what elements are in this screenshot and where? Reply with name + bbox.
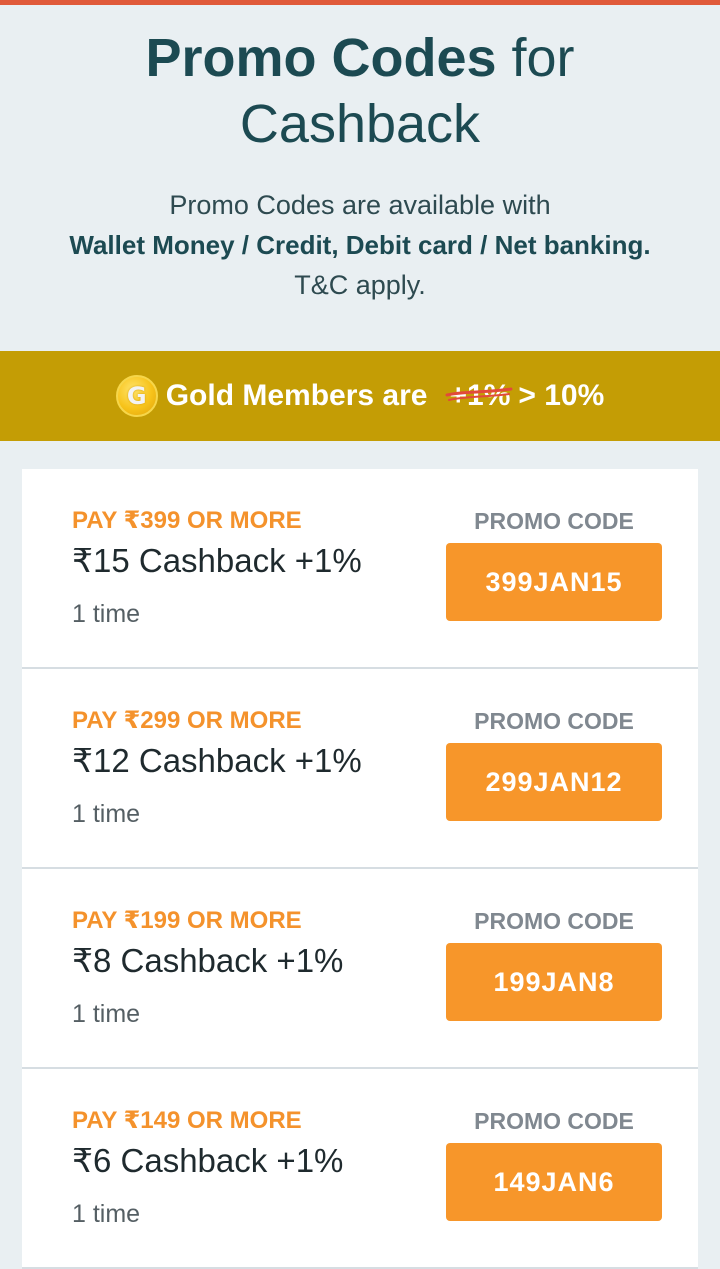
usage-limit: 1 time	[72, 600, 141, 628]
usage-limit: 1 time	[72, 1200, 141, 1228]
page-header: Promo Codes for Cashback Promo Codes are…	[0, 5, 720, 351]
page-title-line2: Cashback	[239, 94, 481, 154]
new-rate: > 10%	[518, 379, 605, 412]
cashback-amount: ₹8 Cashback +1%	[72, 942, 344, 979]
promo-code-label: PROMO CODE	[474, 1108, 634, 1134]
cashback-amount: ₹6 Cashback +1%	[72, 1142, 344, 1179]
subtitle-payment-methods: Wallet Money / Credit, Debit card / Net …	[69, 230, 651, 260]
promo-code-label: PROMO CODE	[474, 708, 634, 734]
gold-coin-icon: G	[115, 375, 158, 417]
offer-card: PAY ₹199 OR MORE ₹8 Cashback +1% 1 time …	[22, 869, 698, 1069]
min-payment: PAY ₹399 OR MORE	[72, 507, 302, 534]
gold-coin-letter: G	[126, 382, 147, 410]
promo-code-button[interactable]: 149JAN6	[446, 1143, 662, 1221]
subtitle-line-1: Promo Codes are available with	[169, 190, 551, 220]
terms-note: T&C apply.	[294, 270, 426, 300]
offer-list: PAY ₹399 OR MORE ₹15 Cashback +1% 1 time…	[22, 469, 698, 1269]
min-payment: PAY ₹149 OR MORE	[72, 1107, 302, 1134]
strike-through-mark	[445, 387, 513, 401]
promo-code-button[interactable]: 299JAN12	[446, 743, 662, 821]
offer-card: PAY ₹399 OR MORE ₹15 Cashback +1% 1 time…	[22, 469, 698, 669]
cashback-amount: ₹12 Cashback +1%	[72, 742, 362, 779]
cashback-amount: ₹15 Cashback +1%	[72, 542, 362, 579]
page-title-rest: for	[496, 28, 575, 88]
gold-members-banner[interactable]: G Gold Members are +1% > 10%	[0, 351, 720, 441]
promo-code-label: PROMO CODE	[474, 508, 634, 534]
page-title: Promo Codes for Cashback	[0, 25, 720, 157]
usage-limit: 1 time	[72, 1000, 141, 1028]
page-title-bold: Promo Codes	[145, 28, 497, 88]
promo-code-button[interactable]: 199JAN8	[446, 943, 662, 1021]
min-payment: PAY ₹199 OR MORE	[72, 907, 302, 934]
promo-code-button[interactable]: 399JAN15	[446, 543, 662, 621]
old-rate: +1%	[445, 379, 513, 413]
offer-card: PAY ₹299 OR MORE ₹12 Cashback +1% 1 time…	[22, 669, 698, 869]
offer-card: PAY ₹149 OR MORE ₹6 Cashback +1% 1 time …	[22, 1069, 698, 1269]
usage-limit: 1 time	[72, 800, 141, 828]
min-payment: PAY ₹299 OR MORE	[72, 707, 302, 734]
gold-banner-text: Gold Members are	[165, 379, 428, 412]
promo-code-label: PROMO CODE	[474, 908, 634, 934]
